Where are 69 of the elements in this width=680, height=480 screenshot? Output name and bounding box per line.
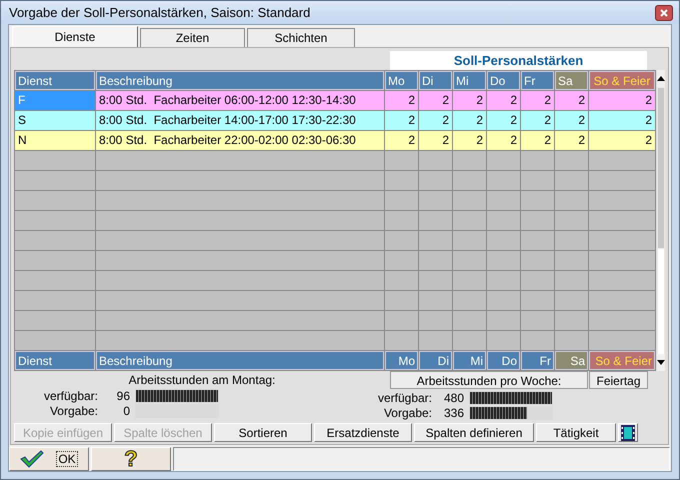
column-header[interactable]: Do	[487, 71, 520, 90]
tab[interactable]: Dienste	[12, 26, 138, 47]
column-header[interactable]: Fr	[521, 71, 554, 90]
group-title: Soll-Personalstärken	[390, 51, 647, 70]
table-cell[interactable]: 8:00 Std. Facharbeiter 22:00-02:00 02:30-06:30	[96, 131, 384, 150]
close-button[interactable]	[655, 4, 673, 20]
table-cell[interactable]: 2	[521, 111, 554, 130]
column-header[interactable]: Mo	[385, 351, 418, 370]
table-cell[interactable]: 2	[385, 91, 418, 110]
table-cell[interactable]: S	[15, 111, 95, 130]
table-cell[interactable]: 2	[487, 111, 520, 130]
table-cell[interactable]: 2	[555, 111, 588, 130]
column-header[interactable]: Beschreibung	[96, 351, 384, 370]
column-header[interactable]: Fr	[521, 351, 554, 370]
table-cell[interactable]: 2	[385, 131, 418, 150]
table-cell[interactable]: 8:00 Std. Facharbeiter 06:00-12:00 12:30-14:30	[96, 91, 384, 110]
column-header[interactable]: Mo	[385, 71, 418, 90]
film-button[interactable]	[618, 423, 638, 442]
stat-value: 0	[122, 404, 131, 418]
up-arrow-icon[interactable]	[657, 76, 665, 81]
scrollbar[interactable]	[657, 70, 665, 371]
column-header[interactable]: Beschreibung	[96, 71, 384, 90]
table-cell[interactable]: 2	[419, 111, 452, 130]
table-cell[interactable]: N	[15, 131, 95, 150]
column-header[interactable]: Di	[419, 351, 452, 370]
action-button[interactable]: Ersatzdienste	[314, 423, 412, 442]
table-cell[interactable]: 2	[453, 131, 486, 150]
action-button[interactable]: Sortieren	[214, 423, 312, 442]
table-cell[interactable]: 2	[487, 131, 520, 150]
table-cell[interactable]: 2	[521, 131, 554, 150]
table-cell[interactable]: 2	[521, 91, 554, 110]
checkmark-icon	[20, 450, 44, 468]
window-title: Vorgabe der Soll-Personalstärken, Saison: Standard	[9, 5, 312, 20]
column-header: Feiertag	[589, 371, 648, 389]
table-cell[interactable]: 2	[453, 111, 486, 130]
stat-value: 96	[116, 388, 131, 402]
stat-value: 480	[442, 390, 465, 404]
table-cell[interactable]: 2	[589, 91, 655, 110]
column-header[interactable]: Dienst	[15, 351, 95, 370]
column-header[interactable]: Dienst	[15, 71, 95, 90]
stat-label: Vorgabe:	[382, 406, 433, 420]
table-cell[interactable]: 2	[589, 111, 655, 130]
tab[interactable]: Zeiten	[140, 28, 245, 47]
table-cell[interactable]: 8:00 Std. Facharbeiter 14:00-17:00 17:30-22:30	[96, 111, 384, 130]
column-header[interactable]: Di	[419, 71, 452, 90]
table-cell[interactable]: 2	[555, 131, 588, 150]
close-icon	[660, 8, 668, 16]
film-icon	[621, 424, 635, 440]
table-cell[interactable]: 2	[589, 131, 655, 150]
table-cell[interactable]: 2	[555, 91, 588, 110]
table-cell[interactable]: 2	[453, 91, 486, 110]
stat-label: Vorgabe:	[48, 404, 99, 418]
column-header[interactable]: Do	[487, 351, 520, 370]
section-title: Arbeitsstunden am Montag:	[128, 373, 276, 387]
column-header[interactable]: Mi	[453, 71, 486, 90]
action-button[interactable]: Tätigkeit	[536, 423, 616, 442]
down-arrow-icon[interactable]	[657, 360, 665, 365]
table-cell[interactable]: 2	[487, 91, 520, 110]
table-cell[interactable]: 2	[419, 131, 452, 150]
action-button[interactable]: Spalten definieren	[414, 423, 534, 442]
column-header[interactable]: Mi	[453, 351, 486, 370]
column-header: Arbeitsstunden pro Woche:	[390, 371, 588, 389]
tab[interactable]: Schichten	[247, 28, 355, 47]
table-cell[interactable]: 2	[385, 111, 418, 130]
table-cell[interactable]: 2	[419, 91, 452, 110]
stat-label: verfügbar:	[42, 388, 99, 402]
stat-value: 336	[442, 406, 465, 420]
stat-label: verfügbar:	[376, 390, 433, 404]
ok-button[interactable]: OK	[9, 447, 89, 471]
